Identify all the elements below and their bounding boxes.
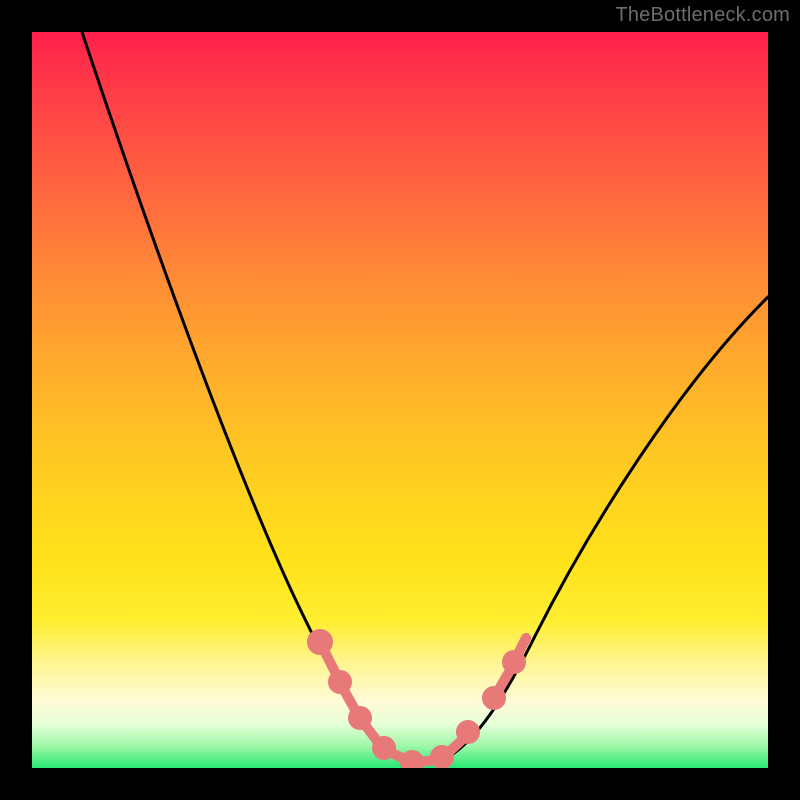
chart-frame: TheBottleneck.com: [0, 0, 800, 800]
plot-area: [32, 32, 768, 768]
highlight-markers: [312, 634, 526, 768]
bottleneck-curve: [32, 32, 768, 768]
watermark-text: TheBottleneck.com: [615, 4, 790, 27]
curve-path: [82, 32, 768, 764]
